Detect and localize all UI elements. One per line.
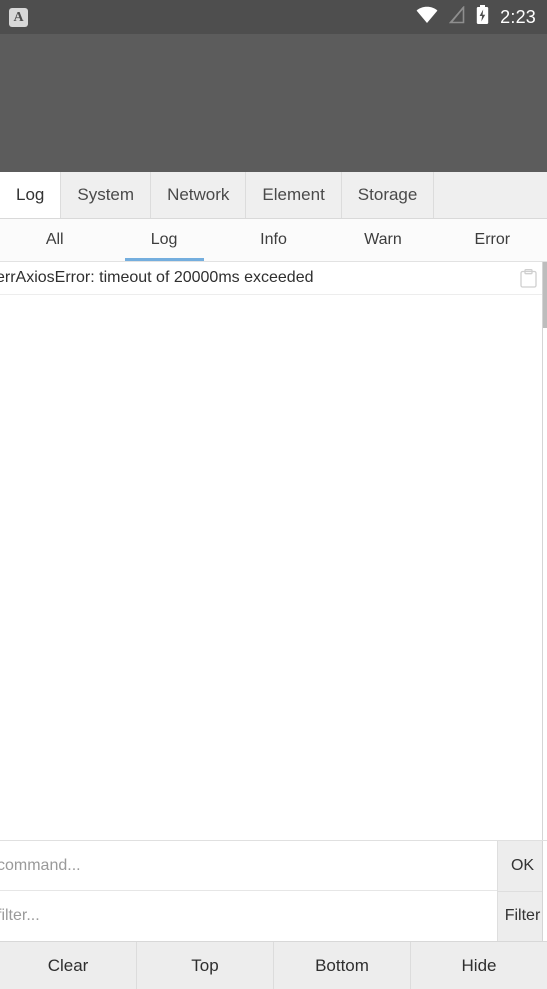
wifi-icon — [416, 6, 438, 29]
console-input-fields: command... filter... — [0, 841, 497, 941]
subtab-error[interactable]: Error — [438, 219, 547, 261]
log-scrollbar-track[interactable] — [542, 262, 547, 840]
android-screen: A 2:23 Log System Network Element Storag… — [0, 0, 547, 989]
input-scrollbar-track — [542, 841, 547, 941]
filter-apply-button[interactable]: Filter — [498, 891, 547, 941]
status-bar-clock: 2:23 — [500, 6, 536, 27]
console-toolbar: Clear Top Bottom Hide — [0, 941, 547, 989]
log-scrollbar-thumb[interactable] — [543, 262, 547, 328]
log-list: errAxiosError: timeout of 20000ms exceed… — [0, 262, 547, 840]
subtab-info[interactable]: Info — [219, 219, 328, 261]
tab-storage[interactable]: Storage — [341, 172, 435, 218]
clipboard-icon[interactable] — [520, 268, 537, 288]
signal-off-icon — [448, 4, 465, 29]
clear-button[interactable]: Clear — [0, 942, 137, 989]
log-entry-text: errAxiosError: timeout of 20000ms exceed… — [0, 269, 314, 286]
command-ok-button[interactable]: OK — [498, 841, 547, 892]
tab-bar-filler — [434, 172, 547, 218]
top-button[interactable]: Top — [137, 942, 274, 989]
log-entry-row[interactable]: errAxiosError: timeout of 20000ms exceed… — [0, 262, 547, 295]
app-content-area — [0, 34, 547, 172]
tab-log[interactable]: Log — [0, 172, 62, 218]
filter-input[interactable]: filter... — [0, 891, 497, 941]
tab-system[interactable]: System — [61, 172, 152, 218]
bottom-button[interactable]: Bottom — [274, 942, 411, 989]
status-bar-icons: 2:23 — [416, 4, 536, 30]
notification-app-icon: A — [9, 7, 28, 27]
console-input-block: command... filter... OK Filter — [0, 840, 547, 941]
tab-element[interactable]: Element — [246, 172, 342, 218]
console-tab-bar: Log System Network Element Storage — [0, 172, 547, 219]
vconsole-panel: Log System Network Element Storage All L… — [0, 172, 547, 989]
tab-network[interactable]: Network — [151, 172, 247, 218]
subtab-warn[interactable]: Warn — [328, 219, 437, 261]
subtab-log[interactable]: Log — [109, 219, 218, 261]
battery-charging-icon — [476, 4, 489, 30]
log-level-filter-bar: All Log Info Warn Error — [0, 219, 547, 262]
command-input[interactable]: command... — [0, 841, 497, 891]
subtab-all[interactable]: All — [0, 219, 109, 261]
console-input-buttons: OK Filter — [497, 841, 547, 941]
status-bar: A 2:23 — [0, 0, 547, 34]
hide-button[interactable]: Hide — [411, 942, 547, 989]
